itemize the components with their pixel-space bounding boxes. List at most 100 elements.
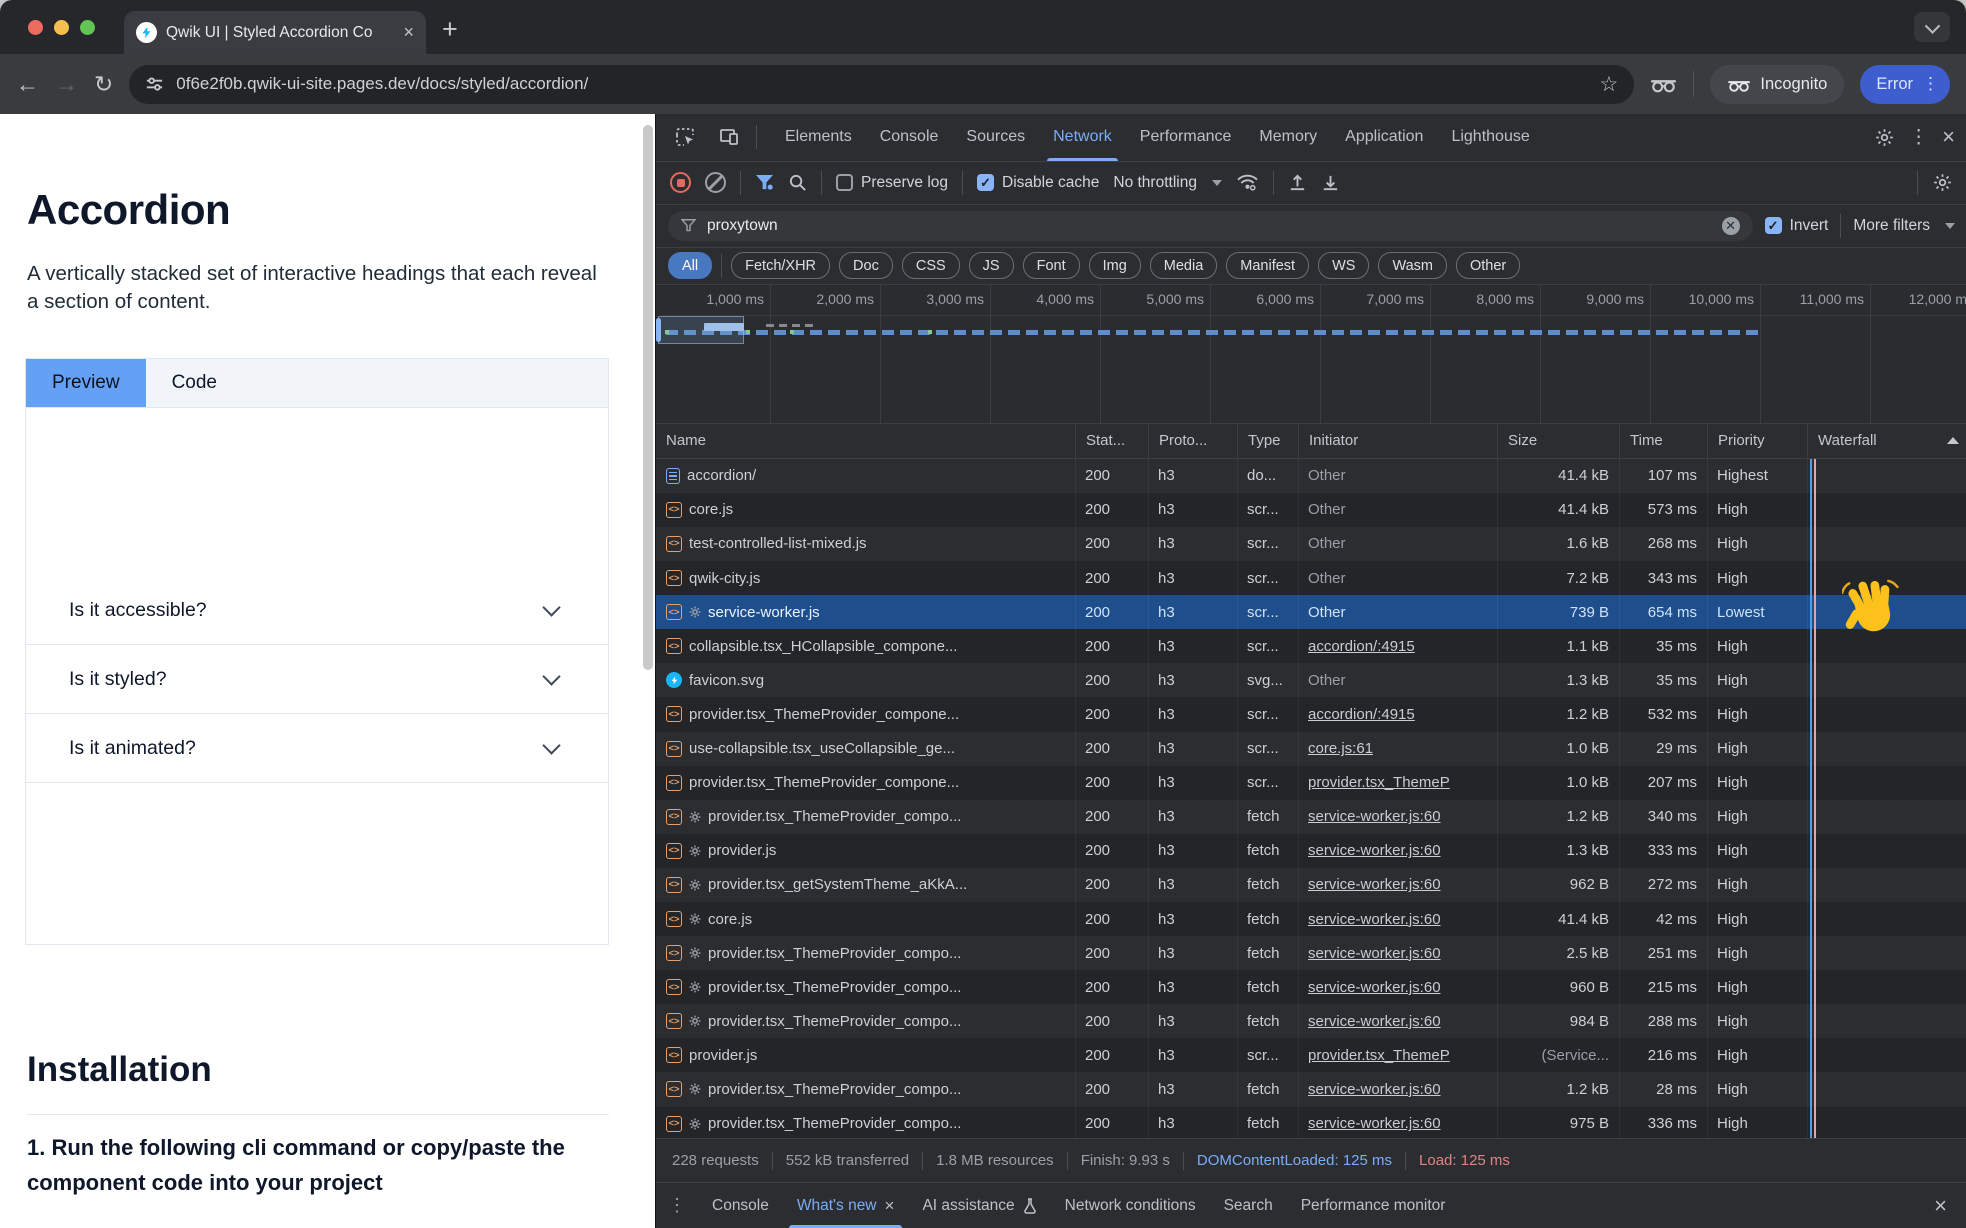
page-scrollbar[interactable] <box>643 125 653 670</box>
initiator-link[interactable]: service-worker.js:60 <box>1308 945 1441 962</box>
initiator-link[interactable]: service-worker.js:60 <box>1308 911 1441 928</box>
bookmark-star-icon[interactable]: ☆ <box>1600 72 1619 97</box>
table-row[interactable]: <>test-controlled-list-mixed.js200h3scr.… <box>656 527 1966 561</box>
table-row[interactable]: <>collapsible.tsx_HCollapsible_compone..… <box>656 629 1966 663</box>
initiator-link[interactable]: service-worker.js:60 <box>1308 876 1441 893</box>
filter-chip-ws[interactable]: WS <box>1318 252 1369 279</box>
accordion-item[interactable]: Is it animated? <box>26 714 608 783</box>
drawer-tab-close-icon[interactable]: × <box>885 1196 895 1216</box>
devtools-tab-performance[interactable]: Performance <box>1126 114 1246 161</box>
network-settings-gear-icon[interactable] <box>1932 172 1953 193</box>
column-header-waterfall[interactable]: Waterfall <box>1808 424 1966 458</box>
search-icon[interactable] <box>788 173 807 192</box>
disable-cache-checkbox[interactable]: ✓ <box>977 174 994 191</box>
filter-chip-fetchxhr[interactable]: Fetch/XHR <box>731 252 830 279</box>
incognito-glasses-icon[interactable] <box>1650 75 1677 93</box>
table-row[interactable]: accordion/200h3do...Other41.4 kB107 msHi… <box>656 459 1966 493</box>
table-row[interactable]: <>qwik-city.js200h3scr...Other7.2 kB343 … <box>656 561 1966 595</box>
drawer-close-icon[interactable]: × <box>1934 1193 1955 1219</box>
table-row[interactable]: <>provider.tsx_getSystemTheme_aKkA...200… <box>656 868 1966 902</box>
preserve-log-checkbox[interactable] <box>836 174 853 191</box>
close-window-button[interactable] <box>28 20 43 35</box>
devtools-tab-application[interactable]: Application <box>1331 114 1437 161</box>
drawer-tab-networkconditions[interactable]: Network conditions <box>1051 1183 1210 1228</box>
site-settings-icon[interactable] <box>145 75 164 94</box>
devtools-tab-elements[interactable]: Elements <box>771 114 866 161</box>
new-tab-button[interactable]: + <box>442 14 458 45</box>
minimize-window-button[interactable] <box>54 20 69 35</box>
table-row[interactable]: <>provider.js200h3fetchservice-worker.js… <box>656 834 1966 868</box>
table-row[interactable]: <>provider.tsx_ThemeProvider_compo...200… <box>656 800 1966 834</box>
initiator-link[interactable]: service-worker.js:60 <box>1308 842 1441 859</box>
tab-code[interactable]: Code <box>146 359 243 407</box>
devtools-tab-lighthouse[interactable]: Lighthouse <box>1437 114 1543 161</box>
initiator-link[interactable]: provider.tsx_ThemeP <box>1308 1047 1450 1064</box>
filter-chip-manifest[interactable]: Manifest <box>1226 252 1309 279</box>
table-row[interactable]: <>core.js200h3fetchservice-worker.js:604… <box>656 902 1966 936</box>
column-header-size[interactable]: Size <box>1498 424 1620 458</box>
network-overview[interactable]: 1,000 ms2,000 ms3,000 ms4,000 ms5,000 ms… <box>656 285 1966 424</box>
preserve-log-control[interactable]: Preserve log <box>836 174 948 192</box>
table-row[interactable]: favicon.svg200h3svg...Other1.3 kB35 msHi… <box>656 663 1966 697</box>
devtools-tab-memory[interactable]: Memory <box>1245 114 1331 161</box>
initiator-link[interactable]: service-worker.js:60 <box>1308 1013 1441 1030</box>
sort-asc-icon[interactable] <box>1947 437 1959 444</box>
devtools-settings-gear-icon[interactable] <box>1874 127 1895 148</box>
disable-cache-control[interactable]: ✓ Disable cache <box>977 174 1099 192</box>
table-row[interactable]: <>provider.tsx_ThemeProvider_compo...200… <box>656 970 1966 1004</box>
drawer-tab-aiassistance[interactable]: AI assistance <box>908 1183 1050 1228</box>
browser-tab[interactable]: Qwik UI | Styled Accordion Co × <box>124 11 426 54</box>
reload-button[interactable]: ↻ <box>94 73 113 96</box>
column-header-type[interactable]: Type <box>1238 424 1299 458</box>
drawer-tab-whatsnew[interactable]: What's new× <box>783 1183 909 1228</box>
table-row[interactable]: <>provider.tsx_ThemeProvider_compone...2… <box>656 697 1966 731</box>
column-header-initiator[interactable]: Initiator <box>1299 424 1498 458</box>
devtools-close-icon[interactable]: × <box>1942 126 1955 148</box>
maximize-window-button[interactable] <box>80 20 95 35</box>
table-row[interactable]: <>core.js200h3scr...Other41.4 kB573 msHi… <box>656 493 1966 527</box>
devtools-tab-network[interactable]: Network <box>1039 114 1126 161</box>
table-row[interactable]: <>provider.tsx_ThemeProvider_compo...200… <box>656 1107 1966 1139</box>
filter-chip-other[interactable]: Other <box>1456 252 1520 279</box>
column-header-time[interactable]: Time <box>1620 424 1708 458</box>
table-row[interactable]: <>provider.tsx_ThemeProvider_compo...200… <box>656 1004 1966 1038</box>
filter-chip-js[interactable]: JS <box>969 252 1014 279</box>
initiator-link[interactable]: service-worker.js:60 <box>1308 808 1441 825</box>
filter-chip-img[interactable]: Img <box>1089 252 1141 279</box>
device-toolbar-icon[interactable] <box>712 121 746 153</box>
initiator-link[interactable]: service-worker.js:60 <box>1308 1115 1441 1132</box>
tab-preview[interactable]: Preview <box>26 359 146 407</box>
initiator-link[interactable]: accordion/:4915 <box>1308 706 1415 723</box>
address-bar[interactable]: 0f6e2f0b.qwik-ui-site.pages.dev/docs/sty… <box>129 65 1634 104</box>
url-text[interactable]: 0f6e2f0b.qwik-ui-site.pages.dev/docs/sty… <box>176 74 588 94</box>
drawer-tab-performancemonitor[interactable]: Performance monitor <box>1287 1183 1460 1228</box>
invert-checkbox[interactable]: ✓ <box>1765 217 1782 234</box>
table-row[interactable]: <>provider.js200h3scr...provider.tsx_The… <box>656 1038 1966 1072</box>
table-row[interactable]: <>provider.tsx_ThemeProvider_compone...2… <box>656 766 1966 800</box>
filter-chip-font[interactable]: Font <box>1023 252 1080 279</box>
more-menu-icon[interactable]: ⋮ <box>1922 74 1939 94</box>
clear-filter-icon[interactable]: ✕ <box>1722 217 1740 235</box>
table-row[interactable]: <>provider.tsx_ThemeProvider_compo...200… <box>656 1072 1966 1106</box>
drawer-tab-search[interactable]: Search <box>1210 1183 1287 1228</box>
drawer-tab-console[interactable]: Console <box>698 1183 783 1228</box>
filter-input[interactable]: proxytown ✕ <box>668 211 1753 241</box>
table-row[interactable]: <>provider.tsx_ThemeProvider_compo...200… <box>656 936 1966 970</box>
record-button[interactable] <box>670 172 691 193</box>
column-header-priority[interactable]: Priority <box>1708 424 1808 458</box>
error-button[interactable]: Error ⋮ <box>1860 65 1950 104</box>
overview-selection-handle[interactable] <box>656 318 661 342</box>
initiator-link[interactable]: service-worker.js:60 <box>1308 979 1441 996</box>
export-har-icon[interactable] <box>1321 173 1340 193</box>
column-header-name[interactable]: Name <box>656 424 1076 458</box>
devtools-more-icon[interactable]: ⋮ <box>1909 126 1928 149</box>
column-header-proto[interactable]: Proto... <box>1149 424 1238 458</box>
initiator-link[interactable]: service-worker.js:60 <box>1308 1081 1441 1098</box>
import-har-icon[interactable] <box>1288 173 1307 193</box>
clear-button[interactable] <box>705 172 726 193</box>
initiator-link[interactable]: accordion/:4915 <box>1308 638 1415 655</box>
search-tabs-button[interactable] <box>1914 12 1950 42</box>
accordion-item[interactable]: Is it styled? <box>26 645 608 714</box>
forward-button[interactable]: → <box>55 73 78 96</box>
filter-chip-media[interactable]: Media <box>1150 252 1218 279</box>
